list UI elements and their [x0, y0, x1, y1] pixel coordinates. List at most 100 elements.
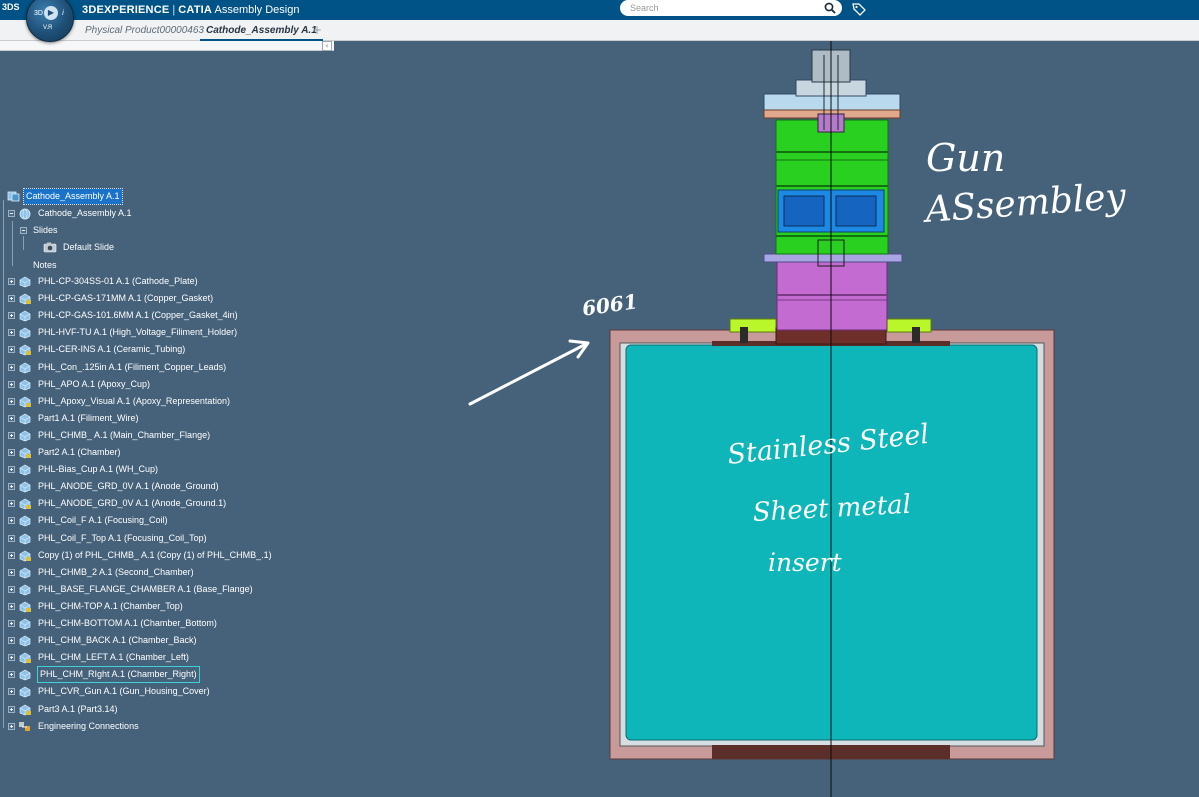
coil-top-flange[interactable] — [763, 253, 903, 263]
tree-item-label[interactable]: Default Slide — [63, 240, 114, 255]
tree-item-part[interactable]: PHL_Coil_F_Top A.1 (Focusing_Coil_Top) — [0, 531, 330, 546]
tree-item-label[interactable]: PHL_CHMB_ A.1 (Main_Chamber_Flange) — [38, 428, 210, 443]
expand-toggle[interactable] — [8, 706, 15, 713]
search-icon[interactable] — [823, 1, 837, 15]
tree-item-notes[interactable]: Notes — [0, 258, 200, 273]
tree-item-part[interactable]: PHL-Bias_Cup A.1 (WH_Cup) — [0, 462, 330, 477]
tree-item-label[interactable]: PHL_ANODE_GRD_0V A.1 (Anode_Ground.1) — [38, 496, 226, 511]
tree-item-part[interactable]: PHL_Coil_F A.1 (Focusing_Coil) — [0, 513, 330, 528]
expand-toggle[interactable] — [8, 517, 15, 524]
expand-toggle[interactable] — [8, 381, 15, 388]
tree-item-label[interactable]: Part3 A.1 (Part3.14) — [38, 702, 118, 717]
expand-toggle[interactable] — [8, 449, 15, 456]
expand-toggle[interactable] — [8, 500, 15, 507]
tree-item-label[interactable]: PHL-Bias_Cup A.1 (WH_Cup) — [38, 462, 158, 477]
tree-item-part[interactable]: PHL_APO A.1 (Apoxy_Cup) — [0, 377, 330, 392]
tree-item-part[interactable]: PHL-HVF-TU A.1 (High_Voltage_Filiment_Ho… — [0, 325, 330, 340]
tree-item-label[interactable]: PHL-CP-GAS-171MM A.1 (Copper_Gasket) — [38, 291, 213, 306]
tab-cathode-assembly[interactable]: Cathode_Assembly A.1 — [200, 22, 323, 41]
base-flange-right[interactable] — [886, 318, 932, 333]
tree-item-part[interactable]: PHL_CHMB_2 A.1 (Second_Chamber) — [0, 565, 330, 580]
tree-item-label[interactable]: PHL_Con_.125in A.1 (Filiment_Copper_Lead… — [38, 360, 226, 375]
tree-item-label[interactable]: PHL-CP-304SS-01 A.1 (Cathode_Plate) — [38, 274, 198, 289]
expand-toggle[interactable] — [8, 278, 15, 285]
expand-toggle[interactable] — [8, 398, 15, 405]
tree-item-part[interactable]: Part1 A.1 (Filiment_Wire) — [0, 411, 330, 426]
tree-item-part[interactable]: Part2 A.1 (Chamber) — [0, 445, 330, 460]
tree-item-part[interactable]: PHL_CHMB_ A.1 (Main_Chamber_Flange) — [0, 428, 330, 443]
expand-toggle[interactable] — [8, 586, 15, 593]
tree-item-slides[interactable]: Slides — [0, 223, 200, 238]
tree-item-label[interactable]: PHL_CHM_BACK A.1 (Chamber_Back) — [38, 633, 197, 648]
tree-item-part[interactable]: PHL-CER-INS A.1 (Ceramic_Tubing) — [0, 342, 330, 357]
expand-toggle[interactable] — [8, 346, 15, 353]
tree-item-part[interactable]: PHL-CP-304SS-01 A.1 (Cathode_Plate) — [0, 274, 330, 289]
tree-item-default-slide[interactable]: Default Slide — [0, 240, 200, 255]
tree-item-part[interactable]: PHL_CHM-BOTTOM A.1 (Chamber_Bottom) — [0, 616, 330, 631]
tree-item-label[interactable]: Engineering Connections — [38, 719, 139, 734]
tree-item-label[interactable]: Copy (1) of PHL_CHMB_ A.1 (Copy (1) of P… — [38, 548, 272, 563]
tree-item-label[interactable]: Slides — [33, 223, 58, 238]
tree-item-engineering-connections[interactable]: Engineering Connections — [0, 719, 330, 734]
tree-root[interactable]: Cathode_Assembly A.1 — [0, 188, 200, 205]
tree-item-part[interactable]: PHL_ANODE_GRD_0V A.1 (Anode_Ground.1) — [0, 496, 330, 511]
tree-item-label[interactable]: PHL-HVF-TU A.1 (High_Voltage_Filiment_Ho… — [38, 325, 237, 340]
expand-toggle[interactable] — [8, 295, 15, 302]
expand-toggle[interactable] — [8, 603, 15, 610]
tree-item-label[interactable]: Notes — [33, 258, 57, 273]
tree-item-label[interactable]: PHL_ANODE_GRD_0V A.1 (Anode_Ground) — [38, 479, 219, 494]
expand-toggle[interactable] — [8, 723, 15, 730]
expand-toggle[interactable] — [8, 483, 15, 490]
tree-item-label[interactable]: Part2 A.1 (Chamber) — [38, 445, 121, 460]
tree-item-part[interactable]: PHL_ANODE_GRD_0V A.1 (Anode_Ground) — [0, 479, 330, 494]
tree-item-part[interactable]: PHL_CHM_RIght A.1 (Chamber_Right) — [0, 666, 330, 683]
tree-item-part[interactable]: PHL_BASE_FLANGE_CHAMBER A.1 (Base_Flange… — [0, 582, 330, 597]
expand-toggle[interactable] — [8, 415, 15, 422]
tree-item-label[interactable]: PHL-CER-INS A.1 (Ceramic_Tubing) — [38, 342, 185, 357]
tree-item-label[interactable]: Part1 A.1 (Filiment_Wire) — [38, 411, 139, 426]
collapse-toggle[interactable] — [8, 210, 15, 217]
tree-item-part[interactable]: PHL-CP-GAS-171MM A.1 (Copper_Gasket) — [0, 291, 330, 306]
expand-toggle[interactable] — [8, 688, 15, 695]
tree-item-label[interactable]: Cathode_Assembly A.1 — [38, 206, 132, 221]
expand-toggle[interactable] — [8, 569, 15, 576]
tree-item-part[interactable]: PHL_CHM_BACK A.1 (Chamber_Back) — [0, 633, 330, 648]
collapse-toggle[interactable] — [20, 227, 27, 234]
tree-item-label[interactable]: PHL_APO A.1 (Apoxy_Cup) — [38, 377, 150, 392]
tree-item-part[interactable]: PHL_CHM-TOP A.1 (Chamber_Top) — [0, 599, 330, 614]
tree-item-label[interactable]: PHL_CHM_RIght A.1 (Chamber_Right) — [37, 666, 200, 683]
tree-item-part[interactable]: PHL_Con_.125in A.1 (Filiment_Copper_Lead… — [0, 360, 330, 375]
expand-toggle[interactable] — [8, 432, 15, 439]
tree-item-label[interactable]: PHL_Coil_F A.1 (Focusing_Coil) — [38, 513, 168, 528]
expand-toggle[interactable] — [8, 329, 15, 336]
tree-root-label[interactable]: Cathode_Assembly A.1 — [23, 188, 123, 205]
tree-item-label[interactable]: PHL-CP-GAS-101.6MM A.1 (Copper_Gasket_4i… — [38, 308, 238, 323]
tree-item-part[interactable]: PHL_CHM_LEFT A.1 (Chamber_Left) — [0, 650, 330, 665]
tree-item-label[interactable]: PHL_CHM-BOTTOM A.1 (Chamber_Bottom) — [38, 616, 217, 631]
tree-item-label[interactable]: PHL_CHM-TOP A.1 (Chamber_Top) — [38, 599, 183, 614]
expand-toggle[interactable] — [8, 552, 15, 559]
expand-toggle[interactable] — [8, 364, 15, 371]
tag-icon[interactable] — [851, 1, 867, 17]
tree-item-label[interactable]: PHL_Apoxy_Visual A.1 (Apoxy_Representati… — [38, 394, 230, 409]
tree-item-label[interactable]: PHL_BASE_FLANGE_CHAMBER A.1 (Base_Flange… — [38, 582, 253, 597]
tree-item-label[interactable]: PHL_Coil_F_Top A.1 (Focusing_Coil_Top) — [38, 531, 207, 546]
tree-item-label[interactable]: PHL_CHM_LEFT A.1 (Chamber_Left) — [38, 650, 189, 665]
tree-item-part[interactable]: PHL_CVR_Gun A.1 (Gun_Housing_Cover) — [0, 684, 330, 699]
base-flange-left[interactable] — [729, 318, 777, 333]
expand-toggle[interactable] — [8, 620, 15, 627]
tab-physical-product[interactable]: Physical Product00000463 — [85, 22, 204, 39]
tree-item-label[interactable]: PHL_CVR_Gun A.1 (Gun_Housing_Cover) — [38, 684, 210, 699]
add-tab-icon[interactable]: + — [312, 22, 322, 38]
expand-toggle[interactable] — [8, 312, 15, 319]
expand-toggle[interactable] — [8, 654, 15, 661]
tree-item-label[interactable]: PHL_CHMB_2 A.1 (Second_Chamber) — [38, 565, 194, 580]
expand-toggle[interactable] — [8, 671, 15, 678]
search-input[interactable] — [620, 0, 842, 16]
tree-item-child[interactable]: Cathode_Assembly A.1 — [0, 206, 200, 221]
tree-item-part[interactable]: Copy (1) of PHL_CHMB_ A.1 (Copy (1) of P… — [0, 548, 330, 563]
expand-toggle[interactable] — [8, 535, 15, 542]
tree-item-part[interactable]: PHL-CP-GAS-101.6MM A.1 (Copper_Gasket_4i… — [0, 308, 330, 323]
cathode-plate[interactable] — [763, 93, 901, 113]
expand-toggle[interactable] — [8, 637, 15, 644]
